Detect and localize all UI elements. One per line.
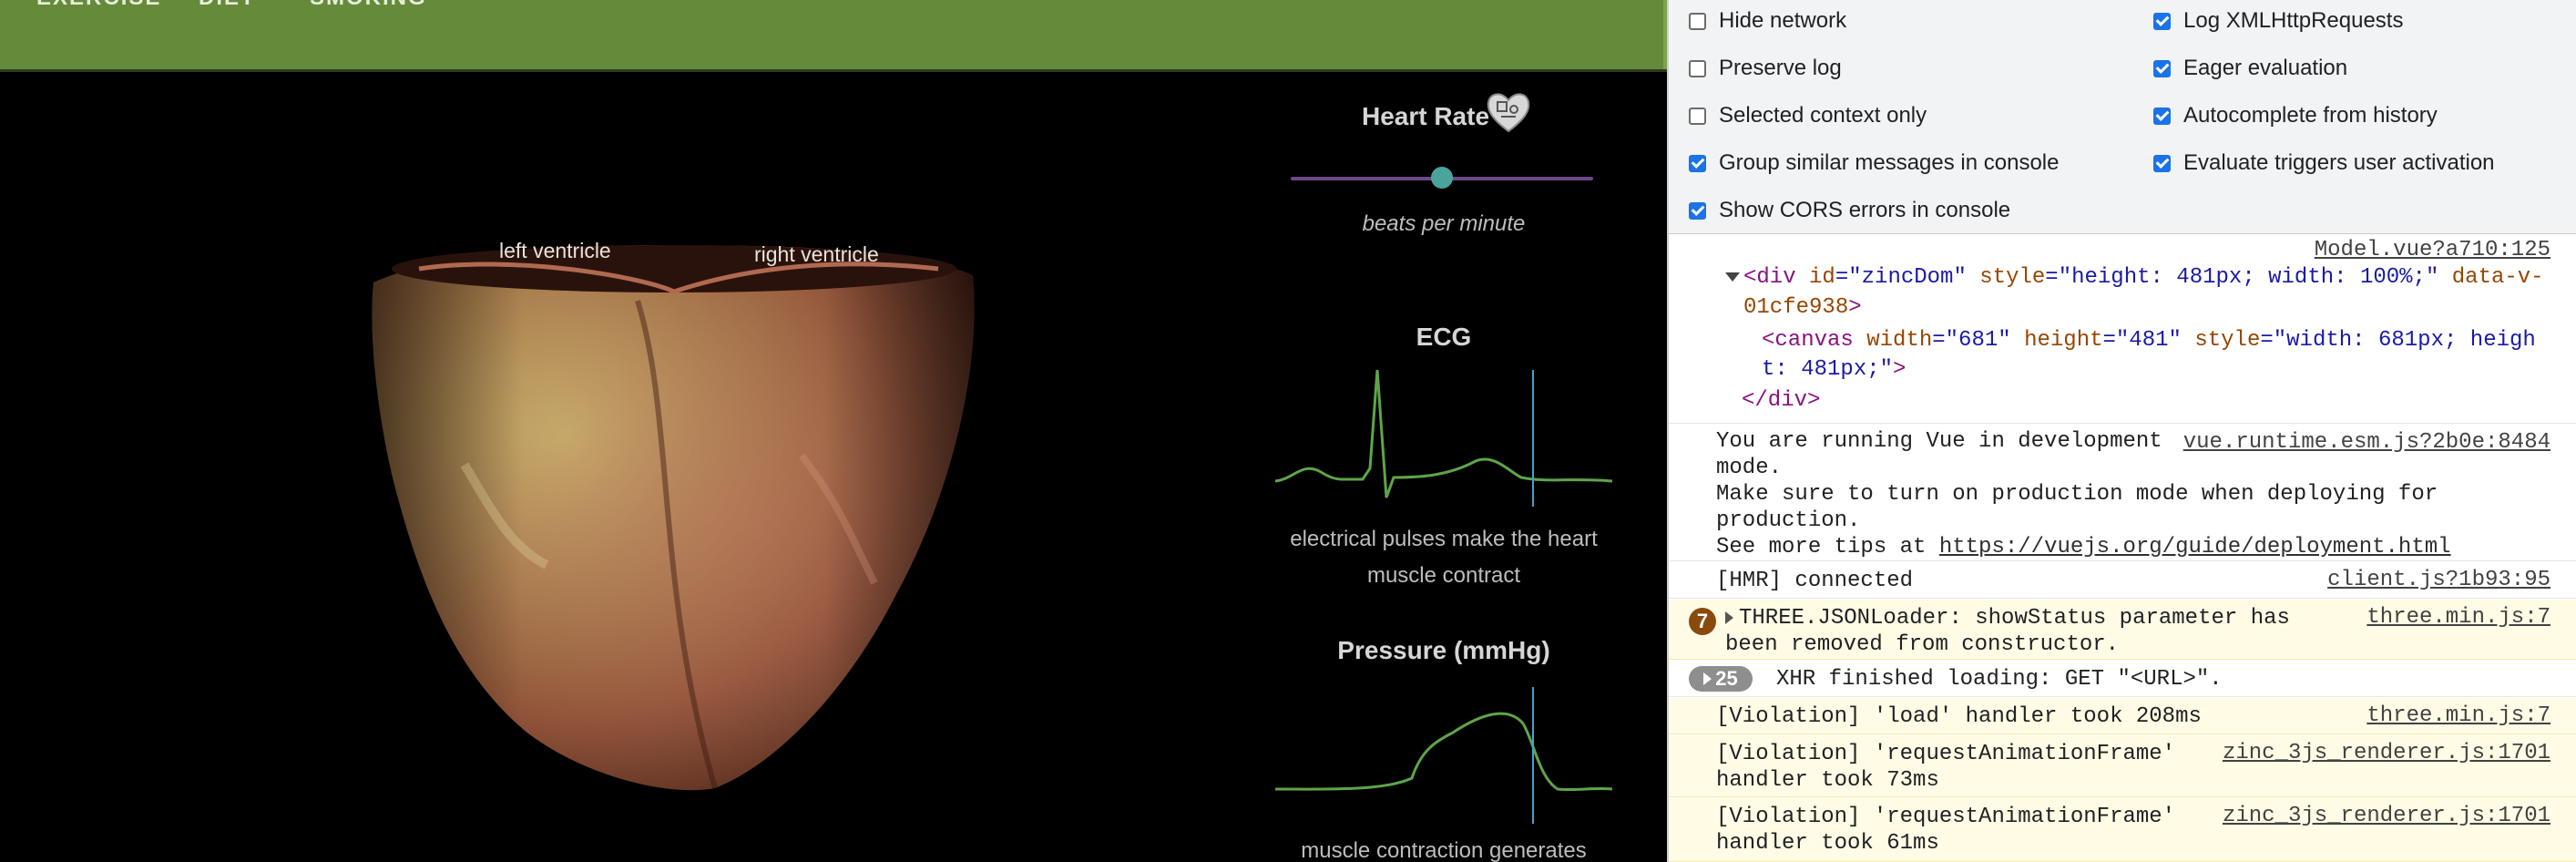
source-link[interactable]: three.min.js:7 [2366, 605, 2550, 630]
console-violation: [Violation] 'requestAnimationFrame' hand… [1669, 798, 2576, 862]
element-canvas-cont: t: 481px;"> [1762, 357, 1906, 382]
expand-arrow-icon [1703, 672, 1712, 685]
top-nav-bar: EXERCISE DIET SMOKING [0, 0, 1667, 69]
docs-link[interactable]: https://vuejs.org/guide/deployment.html [1939, 535, 2451, 559]
heart-rate-slider-thumb[interactable] [1431, 167, 1453, 189]
setting-eager-evaluation[interactable]: Eager evaluation [2153, 55, 2347, 82]
tab-exercise[interactable]: EXERCISE [36, 0, 161, 11]
setting-label: Preserve log [1719, 56, 1842, 80]
devtools-console-panel: Hide network Preserve log Selected conte… [1667, 0, 2576, 862]
left-ventricle-label: left ventricle [499, 239, 611, 262]
expand-toggle-icon[interactable] [1725, 272, 1740, 282]
message-text: You are running Vue in development [1716, 429, 2162, 454]
source-link[interactable]: vue.runtime.esm.js?2b0e:8484 [2183, 430, 2550, 455]
message-text: XHR finished loading: GET "<URL>". [1776, 667, 2223, 692]
ecg-trace [1275, 370, 1612, 507]
tab-diet[interactable]: DIET [199, 0, 256, 11]
console-messages: Model.vue?a710:125 <div id="zincDom" sty… [1669, 234, 2576, 862]
heart-3d-viewer[interactable]: left ventricle right ventricle [0, 73, 1257, 862]
checkbox[interactable] [1689, 12, 1706, 30]
source-link[interactable]: Model.vue?a710:125 [2315, 238, 2550, 262]
setting-label: Evaluate triggers user activation [2183, 150, 2495, 175]
message-text: [Violation] 'load' handler took 208ms [1716, 704, 2202, 729]
group-count-badge[interactable]: 25 [1689, 666, 1753, 692]
checkbox[interactable] [2153, 12, 2171, 30]
message-text[interactable]: THREE.JSONLoader: showStatus parameter h… [1725, 605, 2290, 631]
element-div-close: </div> [1742, 388, 1821, 413]
message-text: handler took 73ms [1716, 768, 1939, 793]
checkbox[interactable] [2153, 59, 2171, 77]
setting-selected-context-only[interactable]: Selected context only [1689, 102, 1927, 129]
checkbox[interactable] [1689, 59, 1706, 77]
setting-evaluate-triggers[interactable]: Evaluate triggers user activation [2153, 149, 2495, 177]
heart-model[interactable] [0, 73, 1257, 862]
heart-rate-slider[interactable] [1291, 167, 1593, 189]
message-text: production. [1716, 508, 1861, 533]
source-link[interactable]: client.js?1b93:95 [2327, 568, 2550, 592]
console-violation: [Violation] 'load' handler took 208ms th… [1669, 698, 2576, 734]
message-text: [Violation] 'requestAnimationFrame' [1716, 805, 2176, 829]
source-link[interactable]: three.min.js:7 [2366, 703, 2550, 728]
setting-label: Autocomplete from history [2183, 103, 2438, 128]
setting-label: Show CORS errors in console [1719, 198, 2011, 222]
setting-log-xhr[interactable]: Log XMLHttpRequests [2153, 7, 2403, 35]
checkbox[interactable] [2153, 107, 2171, 125]
element-div-open[interactable]: <div id="zincDom" style="height: 481px; … [1743, 264, 2544, 291]
console-violation: [Violation] 'requestAnimationFrame' hand… [1669, 735, 2576, 797]
checkbox[interactable] [1689, 154, 1706, 172]
message-text: [Violation] 'requestAnimationFrame' [1716, 742, 2176, 766]
setting-hide-network[interactable]: Hide network [1689, 7, 1846, 35]
setting-group-similar[interactable]: Group similar messages in console [1689, 149, 2060, 177]
console-vue-dev-message: vue.runtime.esm.js?2b0e:8484 You are run… [1669, 425, 2576, 561]
message-text: Make sure to turn on production mode whe… [1716, 482, 2438, 507]
checkbox[interactable] [2153, 154, 2171, 172]
checkbox[interactable] [1689, 107, 1706, 125]
expand-arrow-icon[interactable] [1725, 611, 1733, 624]
vitals-panel: Heart Rate beats per minute ECG electric… [1257, 73, 1630, 862]
heart-rate-unit: beats per minute [1362, 211, 1526, 236]
setting-label: Eager evaluation [2183, 56, 2348, 80]
setting-label: Log XMLHttpRequests [2183, 8, 2404, 33]
pressure-trace [1275, 687, 1612, 824]
message-text: [HMR] connected [1716, 569, 1914, 593]
message-text: handler took 61ms [1716, 831, 1939, 856]
message-text: mode. [1716, 456, 1783, 480]
ecg-caption-line1: electrical pulses make the heart [1290, 527, 1598, 551]
checkbox[interactable] [1689, 201, 1706, 220]
pressure-title: Pressure (mmHg) [1337, 636, 1550, 664]
message-text: been removed from constructor. [1725, 632, 2120, 657]
console-settings: Hide network Preserve log Selected conte… [1669, 0, 2576, 234]
element-div-open-cont: 01cfe938> [1743, 295, 1862, 320]
heart-rate-title: Heart Rate [1361, 102, 1490, 130]
element-canvas[interactable]: <canvas width="681" height="481" style="… [1762, 327, 2536, 354]
setting-show-cors-errors[interactable]: Show CORS errors in console [1689, 197, 2010, 224]
console-element-log: Model.vue?a710:125 <div id="zincDom" sty… [1669, 234, 2576, 424]
setting-label: Hide network [1719, 8, 1847, 33]
ecg-title: ECG [1416, 323, 1472, 351]
console-hmr-message: [HMR] connected client.js?1b93:95 [1669, 562, 2576, 599]
source-link[interactable]: zinc_3js_renderer.js:1701 [2223, 741, 2550, 765]
ecg-caption-line2: muscle contract [1366, 563, 1521, 588]
console-xhr-group[interactable]: 25 XHR finished loading: GET "<URL>". [1669, 661, 2576, 697]
setting-autocomplete-history[interactable]: Autocomplete from history [2153, 102, 2438, 129]
setting-label: Group similar messages in console [1719, 150, 2060, 175]
heart-app: EXERCISE DIET SMOKING [0, 0, 1667, 862]
tab-smoking[interactable]: SMOKING [310, 0, 427, 11]
setting-label: Selected context only [1719, 103, 1927, 128]
right-ventricle-label: right ventricle [754, 242, 879, 266]
warning-count-badge: 7 [1689, 608, 1716, 635]
heart-icon [1487, 93, 1530, 133]
setting-preserve-log[interactable]: Preserve log [1689, 55, 1842, 82]
console-three-warning: 7 THREE.JSONLoader: showStatus parameter… [1669, 600, 2576, 660]
message-text: See more tips at https://vuejs.org/guide… [1716, 535, 2451, 559]
pressure-caption: muscle contraction generates [1301, 838, 1587, 862]
source-link[interactable]: zinc_3js_renderer.js:1701 [2223, 804, 2550, 828]
